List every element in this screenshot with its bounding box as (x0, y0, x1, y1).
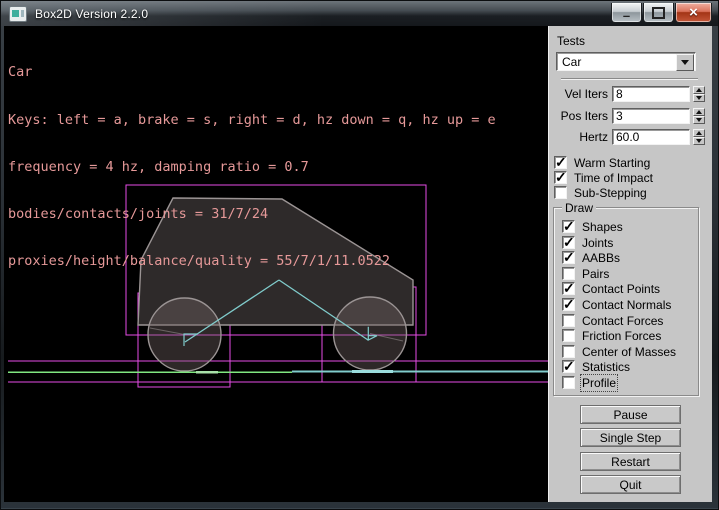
window-title: Box2D Version 2.2.0 (35, 7, 148, 21)
hud-stats: Car Keys: left = a, brake = s, right = d… (8, 34, 496, 301)
checkbox-icon (562, 220, 575, 233)
checkbox-sub-stepping[interactable]: Sub-Stepping (554, 186, 647, 199)
restart-button[interactable]: Restart (580, 452, 681, 471)
checkbox-icon (562, 314, 575, 327)
tests-label: Tests (557, 34, 585, 48)
spin-up-icon[interactable] (693, 129, 705, 137)
pos-iters-label: Pos Iters (553, 109, 612, 123)
checkbox-icon (562, 298, 575, 311)
hud-line: proxies/height/balance/quality = 55/7/1/… (8, 254, 496, 270)
pos-iters-stepper[interactable] (693, 108, 705, 124)
checkbox-icon (562, 345, 575, 358)
checkbox-icon (562, 282, 575, 295)
checkbox-label: Contact Normals (582, 298, 671, 312)
scene-canvas[interactable]: Car Keys: left = a, brake = s, right = d… (4, 26, 548, 502)
dropdown-arrow-button[interactable] (676, 54, 694, 71)
checkbox-icon (562, 329, 575, 342)
checkbox-icon (562, 360, 575, 373)
checkbox-icon (562, 267, 575, 280)
checkbox-profile[interactable]: Profile (562, 376, 616, 389)
checkbox-statistics[interactable]: Statistics (562, 360, 630, 373)
checkbox-label: Time of Impact (574, 171, 653, 185)
draw-group-label: Draw (562, 201, 596, 215)
control-panel: Tests Car Vel Iters 8 Pos Iters 3 (548, 26, 712, 502)
checkbox-icon (562, 236, 575, 249)
checkbox-label: Statistics (582, 360, 630, 374)
hud-line: Keys: left = a, brake = s, right = d, hz… (8, 113, 496, 129)
spin-up-icon[interactable] (693, 86, 705, 94)
checkbox-shapes[interactable]: Shapes (562, 220, 623, 233)
checkbox-label: Contact Forces (582, 314, 663, 328)
hud-line: frequency = 4 hz, damping ratio = 0.7 (8, 160, 496, 176)
single-step-button[interactable]: Single Step (580, 428, 681, 447)
client-area: Car Keys: left = a, brake = s, right = d… (4, 26, 712, 502)
spin-down-icon[interactable] (693, 94, 705, 102)
checkbox-friction-forces[interactable]: Friction Forces (562, 329, 661, 342)
quit-button[interactable]: Quit (580, 475, 681, 494)
spin-down-icon[interactable] (693, 116, 705, 124)
checkbox-time-of-impact[interactable]: Time of Impact (554, 171, 653, 184)
app-icon (9, 6, 27, 22)
tests-dropdown-value: Car (562, 55, 581, 69)
application-window: Box2D Version 2.2.0 – × (0, 0, 719, 510)
spin-down-icon[interactable] (693, 137, 705, 145)
pos-iters-row: Pos Iters 3 (553, 108, 705, 124)
checkbox-label: Sub-Stepping (574, 186, 647, 200)
spin-up-icon[interactable] (693, 108, 705, 116)
hud-line: Car (8, 65, 496, 81)
close-icon: × (689, 4, 698, 21)
pos-iters-field[interactable]: 3 (612, 108, 690, 124)
vel-iters-label: Vel Iters (553, 87, 612, 101)
hertz-label: Hertz (553, 130, 612, 144)
checkbox-label: Profile (582, 376, 616, 390)
maximize-icon (652, 7, 665, 19)
checkbox-label: Warm Starting (574, 156, 650, 170)
draw-groupbox: Draw Shapes Joints AABBs Pairs (553, 207, 699, 396)
pause-button[interactable]: Pause (580, 405, 681, 424)
checkbox-label: Shapes (582, 220, 623, 234)
vel-iters-row: Vel Iters 8 (553, 86, 705, 102)
checkbox-contact-points[interactable]: Contact Points (562, 282, 660, 295)
checkbox-joints[interactable]: Joints (562, 236, 613, 249)
checkbox-center-of-masses[interactable]: Center of Masses (562, 345, 676, 358)
checkbox-pairs[interactable]: Pairs (562, 267, 609, 280)
checkbox-label: Center of Masses (582, 345, 676, 359)
hertz-stepper[interactable] (693, 129, 705, 145)
vel-iters-field[interactable]: 8 (612, 86, 690, 102)
checkbox-icon (554, 156, 567, 169)
minimize-icon: – (623, 11, 630, 21)
checkbox-label: Friction Forces (582, 329, 661, 343)
checkbox-warm-starting[interactable]: Warm Starting (554, 156, 650, 169)
vel-iters-stepper[interactable] (693, 86, 705, 102)
separator (561, 78, 698, 80)
maximize-button[interactable] (643, 3, 674, 23)
checkbox-label: Contact Points (582, 282, 660, 296)
checkbox-icon (554, 171, 567, 184)
hertz-field[interactable]: 60.0 (612, 129, 690, 145)
minimize-button[interactable]: – (611, 3, 642, 23)
hertz-row: Hertz 60.0 (553, 129, 705, 145)
checkbox-aabbs[interactable]: AABBs (562, 251, 620, 264)
checkbox-icon (562, 376, 575, 389)
close-button[interactable]: × (675, 3, 712, 23)
checkbox-contact-forces[interactable]: Contact Forces (562, 314, 663, 327)
window-titlebar[interactable]: Box2D Version 2.2.0 – × (1, 1, 718, 26)
chevron-down-icon (681, 60, 689, 65)
checkbox-icon (562, 251, 575, 264)
checkbox-icon (554, 186, 567, 199)
hud-line: bodies/contacts/joints = 31/7/24 (8, 207, 496, 223)
checkbox-label: AABBs (582, 251, 620, 265)
checkbox-contact-normals[interactable]: Contact Normals (562, 298, 671, 311)
checkbox-label: Pairs (582, 267, 609, 281)
checkbox-label: Joints (582, 236, 613, 250)
tests-dropdown[interactable]: Car (556, 52, 696, 71)
